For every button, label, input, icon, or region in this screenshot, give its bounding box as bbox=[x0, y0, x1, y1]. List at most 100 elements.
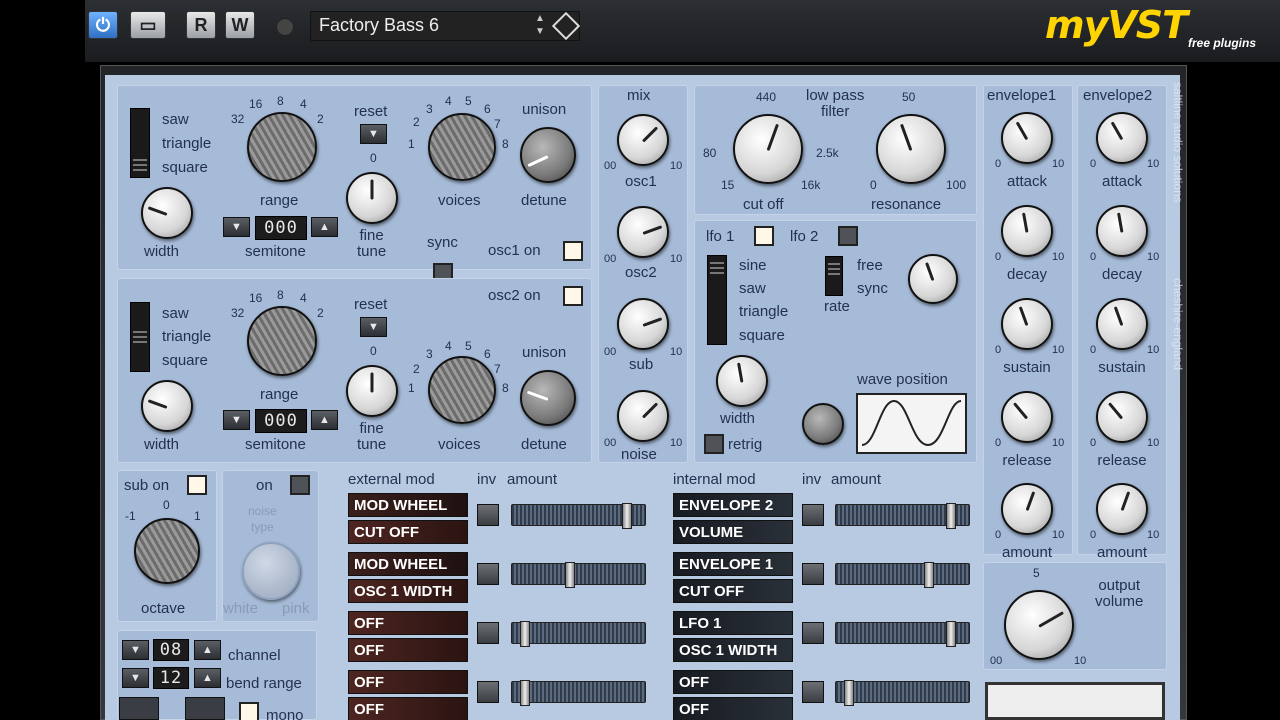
ext-mod-destination-1[interactable]: CUT OFF bbox=[348, 520, 468, 544]
slider-thumb[interactable] bbox=[924, 562, 934, 588]
lfo-rate-knob[interactable] bbox=[908, 254, 958, 304]
osc1-wave-selector[interactable] bbox=[130, 108, 150, 178]
env1-sustain-knob[interactable] bbox=[1001, 298, 1053, 350]
ext-mod-amount-slider-2[interactable] bbox=[511, 562, 646, 588]
int-mod-source-1[interactable]: ENVELOPE 2 bbox=[673, 493, 793, 517]
int-mod-invert-4[interactable] bbox=[802, 681, 824, 703]
int-mod-source-4[interactable]: OFF bbox=[673, 670, 793, 694]
int-mod-amount-slider-3[interactable] bbox=[835, 621, 970, 647]
lfo-retrig-toggle[interactable] bbox=[704, 434, 724, 454]
mix-osc1-knob[interactable] bbox=[617, 114, 669, 166]
wave-position-knob[interactable] bbox=[802, 403, 844, 445]
osc2-semitone-down[interactable]: ▼ bbox=[223, 410, 250, 430]
panel-button[interactable] bbox=[119, 697, 159, 720]
osc1-width-knob[interactable] bbox=[141, 187, 193, 239]
mix-noise-knob[interactable] bbox=[617, 390, 669, 442]
sub-octave-knob[interactable] bbox=[134, 518, 200, 584]
osc1-range-knob[interactable] bbox=[247, 112, 317, 182]
env2-decay-knob[interactable] bbox=[1096, 205, 1148, 257]
slider-thumb[interactable] bbox=[622, 503, 632, 529]
env2-sustain-knob[interactable] bbox=[1096, 298, 1148, 350]
output-volume-knob[interactable] bbox=[1004, 590, 1074, 660]
lfo-wave-selector[interactable] bbox=[707, 255, 727, 345]
slider-thumb[interactable] bbox=[520, 680, 530, 706]
power-button[interactable]: ⏻ bbox=[88, 11, 118, 39]
int-mod-invert-3[interactable] bbox=[802, 622, 824, 644]
slider-thumb[interactable] bbox=[946, 503, 956, 529]
ext-mod-source-4[interactable]: OFF bbox=[348, 670, 468, 694]
int-mod-source-3[interactable]: LFO 1 bbox=[673, 611, 793, 635]
mix-osc2-knob[interactable] bbox=[617, 206, 669, 258]
slider-thumb[interactable] bbox=[946, 621, 956, 647]
ext-mod-invert-1[interactable] bbox=[477, 504, 499, 526]
env1-release-knob[interactable] bbox=[1001, 391, 1053, 443]
ext-mod-invert-2[interactable] bbox=[477, 563, 499, 585]
bend-range-up-button[interactable]: ▲ bbox=[194, 668, 221, 688]
osc2-on-toggle[interactable] bbox=[563, 286, 583, 306]
int-mod-destination-2[interactable]: CUT OFF bbox=[673, 579, 793, 603]
env2-amount-knob[interactable] bbox=[1096, 483, 1148, 535]
int-mod-source-2[interactable]: ENVELOPE 1 bbox=[673, 552, 793, 576]
ext-mod-source-1[interactable]: MOD WHEEL bbox=[348, 493, 468, 517]
mix-sub-knob[interactable] bbox=[617, 298, 669, 350]
ext-mod-amount-slider-4[interactable] bbox=[511, 680, 646, 706]
osc2-width-knob[interactable] bbox=[141, 380, 193, 432]
ext-mod-destination-2[interactable]: OSC 1 WIDTH bbox=[348, 579, 468, 603]
int-mod-amount-slider-2[interactable] bbox=[835, 562, 970, 588]
ext-mod-amount-slider-1[interactable] bbox=[511, 503, 646, 529]
env2-attack-knob[interactable] bbox=[1096, 112, 1148, 164]
cutoff-knob[interactable] bbox=[733, 114, 803, 184]
write-automation-button[interactable]: W bbox=[225, 11, 255, 39]
channel-down-button[interactable]: ▼ bbox=[122, 640, 149, 660]
osc1-semitone-down[interactable]: ▼ bbox=[223, 217, 250, 237]
read-automation-button[interactable]: R bbox=[186, 11, 216, 39]
env2-release-knob[interactable] bbox=[1096, 391, 1148, 443]
lfo-width-knob[interactable] bbox=[716, 355, 768, 407]
int-mod-destination-3[interactable]: OSC 1 WIDTH bbox=[673, 638, 793, 662]
osc1-voices-knob[interactable] bbox=[428, 113, 496, 181]
ext-mod-invert-3[interactable] bbox=[477, 622, 499, 644]
ext-mod-source-2[interactable]: MOD WHEEL bbox=[348, 552, 468, 576]
osc2-range-knob[interactable] bbox=[247, 306, 317, 376]
panel-button[interactable] bbox=[185, 697, 225, 720]
lfo-rate-mode-switch[interactable] bbox=[825, 256, 843, 296]
osc1-detune-knob[interactable] bbox=[520, 127, 576, 183]
bend-range-down-button[interactable]: ▼ bbox=[122, 668, 149, 688]
preset-stepper[interactable]: ▲ ▼ bbox=[531, 12, 549, 40]
osc2-fine-tune-knob[interactable] bbox=[346, 365, 398, 417]
slider-thumb[interactable] bbox=[520, 621, 530, 647]
minimize-button[interactable]: ▭ bbox=[130, 11, 166, 39]
channel-up-button[interactable]: ▲ bbox=[194, 640, 221, 660]
osc2-voices-knob[interactable] bbox=[428, 356, 496, 424]
osc1-reset-button[interactable]: ▼ bbox=[360, 124, 387, 144]
osc2-detune-knob[interactable] bbox=[520, 370, 576, 426]
slider-thumb[interactable] bbox=[565, 562, 575, 588]
int-mod-amount-slider-1[interactable] bbox=[835, 503, 970, 529]
ext-mod-source-3[interactable]: OFF bbox=[348, 611, 468, 635]
int-mod-amount-slider-4[interactable] bbox=[835, 680, 970, 706]
lfo1-toggle[interactable] bbox=[754, 226, 774, 246]
osc2-semitone-up[interactable]: ▲ bbox=[311, 410, 338, 430]
env1-amount-knob[interactable] bbox=[1001, 483, 1053, 535]
osc1-on-toggle[interactable] bbox=[563, 241, 583, 261]
osc1-fine-tune-knob[interactable] bbox=[346, 172, 398, 224]
mono-toggle[interactable] bbox=[239, 702, 259, 720]
noise-type-knob[interactable] bbox=[242, 542, 300, 600]
ext-mod-amount-slider-3[interactable] bbox=[511, 621, 646, 647]
ext-mod-invert-4[interactable] bbox=[477, 681, 499, 703]
noise-on-toggle[interactable] bbox=[290, 475, 310, 495]
ext-mod-destination-3[interactable]: OFF bbox=[348, 638, 468, 662]
resonance-knob[interactable] bbox=[876, 114, 946, 184]
env1-attack-knob[interactable] bbox=[1001, 112, 1053, 164]
ext-mod-destination-4[interactable]: OFF bbox=[348, 697, 468, 720]
sub-on-toggle[interactable] bbox=[187, 475, 207, 495]
osc2-reset-button[interactable]: ▼ bbox=[360, 317, 387, 337]
slider-thumb[interactable] bbox=[844, 680, 854, 706]
osc1-semitone-up[interactable]: ▲ bbox=[311, 217, 338, 237]
lfo2-toggle[interactable] bbox=[838, 226, 858, 246]
int-mod-destination-1[interactable]: VOLUME bbox=[673, 520, 793, 544]
int-mod-invert-1[interactable] bbox=[802, 504, 824, 526]
osc2-wave-selector[interactable] bbox=[130, 302, 150, 372]
int-mod-destination-4[interactable]: OFF bbox=[673, 697, 793, 720]
env1-decay-knob[interactable] bbox=[1001, 205, 1053, 257]
